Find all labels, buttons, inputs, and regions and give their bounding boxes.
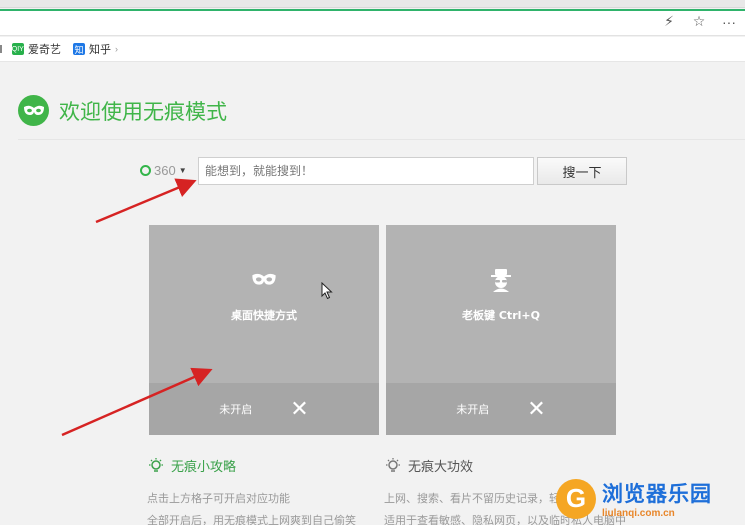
- boss-icon: [486, 265, 516, 295]
- tile-desktop-shortcut[interactable]: 桌面快捷方式 未开启 ✕: [149, 225, 379, 435]
- search-button[interactable]: 搜一下: [537, 157, 627, 185]
- page-title: 欢迎使用无痕模式: [59, 99, 227, 124]
- bookmark-label: 爱奇艺: [28, 44, 61, 56]
- window-top-strip: [0, 0, 745, 8]
- iqiyi-icon: iQIYI: [10, 43, 26, 55]
- star-icon[interactable]: ☆: [691, 13, 707, 30]
- mouse-cursor-icon: [321, 282, 333, 300]
- bookmark-zhihu[interactable]: 知 知乎 ›: [73, 41, 118, 57]
- bookmark-separator: [0, 45, 2, 53]
- dropdown-caret-icon: ▼: [178, 166, 187, 175]
- tile-label: 老板键 Ctrl+Q: [462, 309, 540, 322]
- lightbulb-icon: [149, 457, 163, 472]
- tile-status: 未开启: [456, 403, 490, 416]
- search-input[interactable]: [198, 157, 534, 185]
- tile-status: 未开启: [219, 403, 253, 416]
- watermark-logo-icon: G: [556, 478, 596, 519]
- tile-status-bar[interactable]: 未开启 ✕: [386, 383, 616, 435]
- close-icon[interactable]: ✕: [290, 398, 308, 420]
- chevron-right-icon[interactable]: ›: [115, 44, 118, 54]
- bookmark-iqiyi[interactable]: iQIYI 爱奇艺: [10, 41, 61, 57]
- zhihu-icon: 知: [73, 43, 85, 55]
- bolt-icon[interactable]: ⚡: [661, 13, 677, 30]
- watermark: G 浏览器乐园 liulanqi.com.cn: [556, 478, 712, 519]
- lightbulb-icon: [386, 457, 400, 472]
- tile-status-bar[interactable]: 未开启 ✕: [149, 383, 379, 435]
- tile-boss-key[interactable]: 老板键 Ctrl+Q 未开启 ✕: [386, 225, 616, 435]
- more-icon[interactable]: ···: [721, 14, 737, 30]
- tips-left-title: 无痕小攻略: [171, 460, 237, 475]
- annotation-arrow-search: [95, 178, 197, 224]
- engine-label: 360: [154, 163, 176, 178]
- watermark-url: liulanqi.com.cn: [602, 508, 675, 519]
- tips-right-line-1: 上网、搜索、看片不留历史记录，轻松: [384, 492, 571, 505]
- watermark-name: 浏览器乐园: [602, 482, 712, 506]
- tips-left-heading: 无痕小攻略: [147, 456, 236, 475]
- tile-label: 桌面快捷方式: [231, 309, 297, 322]
- bookmarks-bar: iQIYI 爱奇艺 知 知乎 ›: [0, 37, 745, 62]
- tips-left-line-2: 全部开启后，用无痕模式上网爽到自己偷笑: [147, 514, 356, 525]
- engine-logo-icon: [140, 165, 151, 176]
- header-divider: [18, 139, 745, 140]
- tips-right-title: 无痕大功效: [408, 460, 474, 475]
- mask-icon: [249, 265, 279, 295]
- tips-left-line-1: 点击上方格子可开启对应功能: [147, 492, 290, 505]
- address-bar[interactable]: ⚡ ☆ ···: [0, 9, 745, 36]
- incognito-mask-icon: [18, 95, 49, 126]
- page-header: 欢迎使用无痕模式: [18, 95, 227, 126]
- close-icon[interactable]: ✕: [527, 398, 545, 420]
- bookmark-label: 知乎: [89, 44, 111, 56]
- tips-right-heading: 无痕大功效: [384, 456, 473, 475]
- search-engine-selector[interactable]: 360 ▼: [140, 163, 187, 178]
